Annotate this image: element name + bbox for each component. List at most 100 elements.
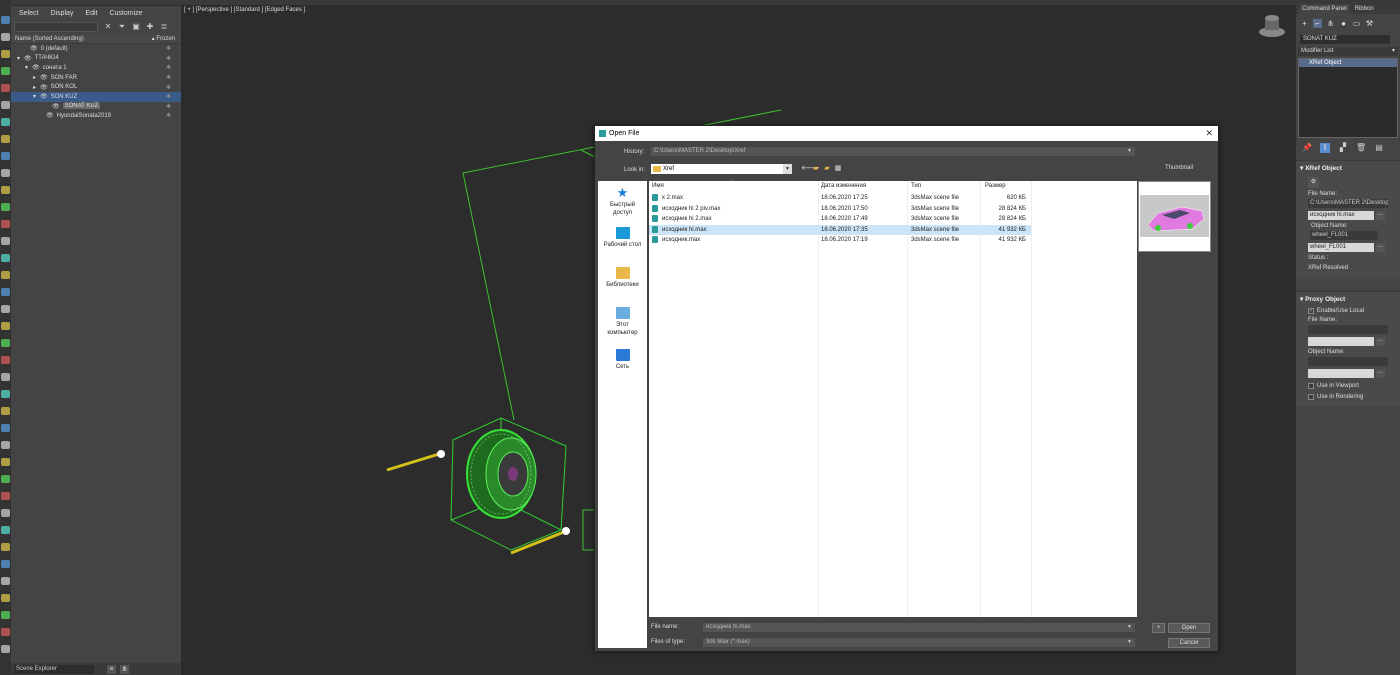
history-dropdown[interactable]: C:\Users\MASTER 2\Desktop\Xref ▼	[651, 147, 1135, 156]
filter-icon[interactable]: ⏷	[118, 23, 126, 31]
col-frozen[interactable]: ▴ Frozen	[152, 35, 175, 42]
chevron-down-icon[interactable]: ▾	[17, 55, 23, 62]
freeze-icon[interactable]: ✱	[166, 93, 171, 100]
place-this-pc[interactable]: Этот компьютер	[598, 307, 647, 337]
toolbar-tool-icon[interactable]	[1, 186, 10, 194]
xref-browse-icon[interactable]: ⚙	[1308, 177, 1319, 188]
show-end-result-icon[interactable]: ‖	[1320, 143, 1330, 153]
toolbar-tool-icon[interactable]	[1, 203, 10, 211]
toolbar-tool-icon[interactable]	[1, 594, 10, 602]
toolbar-tool-icon[interactable]	[1, 543, 10, 551]
toolbar-tool-icon[interactable]	[1, 118, 10, 126]
eye-icon[interactable]: 👁	[40, 84, 48, 91]
back-icon[interactable]: 🡐	[801, 164, 820, 173]
proxy-file-name-input[interactable]	[1308, 337, 1374, 346]
toolbar-tool-icon[interactable]	[1, 84, 10, 92]
place-quick-access[interactable]: ★ Быстрый доступ	[598, 186, 647, 217]
toolbar-tool-icon[interactable]	[1, 16, 10, 24]
pin-icon[interactable]: 📌	[1302, 143, 1312, 153]
scene-tree-row[interactable]: ▾ 👁 ТТАЧЮ4 ✱	[11, 54, 181, 64]
tab-ribbon[interactable]: Ribbon	[1352, 4, 1377, 14]
col-size[interactable]: Размер	[985, 183, 1006, 189]
eye-icon[interactable]: 👁	[32, 64, 40, 71]
freeze-icon[interactable]: ✱	[166, 112, 171, 119]
toolbar-tool-icon[interactable]	[1, 237, 10, 245]
menu-edit[interactable]: Edit	[85, 10, 97, 17]
proxy-browse-object-button[interactable]: ...	[1376, 369, 1385, 378]
scene-tree-row[interactable]: 👁 0 (default) ✱	[11, 44, 181, 54]
freeze-icon[interactable]: ✱	[166, 103, 171, 110]
place-libraries[interactable]: Библиотеки	[598, 267, 647, 289]
file-name-input[interactable]: исходник hi.max ▼	[703, 623, 1135, 632]
toolbar-tool-icon[interactable]	[1, 356, 10, 364]
place-desktop[interactable]: Рабочий стол	[598, 227, 647, 249]
scene-explorer-title[interactable]: Scene Explorer	[14, 664, 94, 674]
file-row[interactable]: x 2.max 18.06.2020 17:25 3dsMax scene file…	[649, 193, 1031, 203]
dialog-titlebar[interactable]: Open File ✕	[595, 126, 1218, 141]
scene-tree-row[interactable]: 👁 SONAT KUZ ✱	[11, 102, 181, 112]
file-row[interactable]: исходник hi 2 piv.max 18.06.2020 17:50 3ds…	[649, 204, 1031, 214]
toolbar-tool-icon[interactable]	[1, 50, 10, 58]
layer-view-icon[interactable]: ≡	[107, 664, 116, 674]
toolbar-tool-icon[interactable]	[1, 152, 10, 160]
freeze-icon[interactable]: ✱	[166, 55, 171, 62]
eye-icon[interactable]: 👁	[40, 93, 48, 100]
eye-icon[interactable]: 👁	[24, 55, 32, 62]
modifier-stack[interactable]: XRef Object	[1298, 58, 1398, 138]
enable-use-local-checkbox[interactable]: ✓ Enable/Use Local	[1308, 308, 1396, 314]
configure-icon[interactable]: ▤	[1374, 143, 1384, 153]
toolbar-tool-icon[interactable]	[1, 339, 10, 347]
use-in-viewport-checkbox[interactable]: Use in Viewport	[1308, 383, 1396, 389]
proxy-browse-file-button[interactable]: ...	[1376, 337, 1385, 346]
lookin-dropdown[interactable]: Xref	[651, 164, 791, 174]
plus-button[interactable]: +	[1152, 623, 1165, 633]
utilities-icon[interactable]: ⚒	[1365, 19, 1374, 28]
toolbar-tool-icon[interactable]	[1, 577, 10, 585]
use-in-rendering-checkbox[interactable]: Use in Rendering	[1308, 394, 1396, 400]
stack-item-xref-object[interactable]: XRef Object	[1299, 59, 1397, 67]
toolbar-tool-icon[interactable]	[1, 560, 10, 568]
chevron-down-icon[interactable]: ▾	[33, 93, 39, 100]
toolbar-tool-icon[interactable]	[1, 135, 10, 143]
make-unique-icon[interactable]: ▞	[1338, 143, 1348, 153]
toolbar-tool-icon[interactable]	[1, 271, 10, 279]
toolbar-tool-icon[interactable]	[1, 441, 10, 449]
lock-icon[interactable]: ▣	[132, 23, 140, 31]
browse-file-button[interactable]: ...	[1376, 211, 1385, 220]
create-icon[interactable]: +	[1300, 19, 1309, 28]
toolbar-tool-icon[interactable]	[1, 67, 10, 75]
eye-icon[interactable]: 👁	[52, 103, 60, 110]
toolbar-tool-icon[interactable]	[1, 101, 10, 109]
scene-tree-row[interactable]: ▾ 👁 соната 1 ✱	[11, 63, 181, 73]
proxy-object-name-input[interactable]	[1308, 369, 1374, 378]
toolbar-tool-icon[interactable]	[1, 373, 10, 381]
eye-icon[interactable]: 👁	[40, 74, 48, 81]
file-row[interactable]: исходник.max 18.06.2020 17:19 3dsMax scene…	[649, 235, 1031, 245]
display-icon[interactable]: ▭	[1352, 19, 1361, 28]
search-input[interactable]	[14, 22, 98, 32]
col-name[interactable]: Имя	[652, 183, 664, 189]
file-row[interactable]: исходник hi.max 18.06.2020 17:35 3dsMax sc…	[649, 224, 1031, 235]
toolbar-tool-icon[interactable]	[1, 645, 10, 653]
hierarchy-view-icon[interactable]: ⋔	[120, 664, 129, 674]
object-name-input[interactable]: wheel_FL001	[1308, 243, 1374, 252]
file-row[interactable]: исходник hi 2.max 18.06.2020 17:49 3dsMax …	[649, 214, 1031, 224]
toolbar-tool-icon[interactable]	[1, 509, 10, 517]
remove-modifier-icon[interactable]: 🗑	[1356, 143, 1366, 153]
col-date[interactable]: Дата изменения	[821, 183, 866, 189]
browse-object-button[interactable]: ...	[1376, 243, 1385, 252]
toolbar-tool-icon[interactable]	[1, 458, 10, 466]
toolbar-tool-icon[interactable]	[1, 390, 10, 398]
scene-tree-row[interactable]: ▾ 👁 SON KUZ ✱	[11, 91, 181, 102]
toolbar-tool-icon[interactable]	[1, 288, 10, 296]
chevron-right-icon[interactable]: ▸	[33, 84, 39, 91]
place-network[interactable]: Сеть	[598, 349, 647, 371]
modify-icon[interactable]: ⌐	[1313, 18, 1322, 28]
chevron-right-icon[interactable]: ▸	[33, 74, 39, 81]
col-name[interactable]: Name (Sorted Ascending)	[15, 36, 84, 42]
file-list[interactable]: Имя Дата изменения Тип Размер ^ x 2.max 1…	[649, 179, 1137, 617]
toolbar-tool-icon[interactable]	[1, 611, 10, 619]
freeze-icon[interactable]: ✱	[166, 45, 171, 52]
clear-icon[interactable]: ✕	[104, 23, 112, 31]
col-type[interactable]: Тип	[911, 183, 921, 189]
